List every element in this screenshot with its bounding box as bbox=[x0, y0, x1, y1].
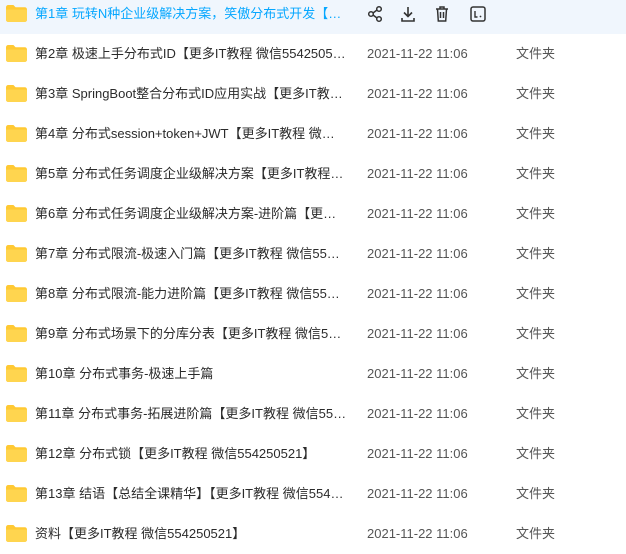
file-date: 2021-11-22 11:06 bbox=[367, 326, 468, 341]
file-type: 文件夹 bbox=[516, 46, 556, 61]
file-date: 2021-11-22 11:06 bbox=[367, 46, 468, 61]
file-date: 2021-11-22 11:06 bbox=[367, 286, 468, 301]
file-name[interactable]: 第5章 分布式任务调度企业级解决方案【更多IT教程 微信554250521】 bbox=[35, 165, 347, 183]
file-type: 文件夹 bbox=[516, 526, 556, 541]
folder-icon bbox=[6, 45, 27, 62]
file-name[interactable]: 第7章 分布式限流-极速入门篇【更多IT教程 微信554250521】 bbox=[35, 245, 347, 263]
folder-icon bbox=[6, 525, 27, 542]
file-name[interactable]: 第3章 SpringBoot整合分布式ID应用实战【更多IT教程 微信55425… bbox=[35, 85, 347, 103]
folder-icon bbox=[6, 325, 27, 342]
file-row[interactable]: 第13章 结语【总结全课精华】【更多IT教程 微信554250521】 2021… bbox=[0, 474, 626, 514]
file-name[interactable]: 第6章 分布式任务调度企业级解决方案-进阶篇【更多IT教程 微信55425052… bbox=[35, 205, 347, 223]
file-row[interactable]: 第6章 分布式任务调度企业级解决方案-进阶篇【更多IT教程 微信55425052… bbox=[0, 194, 626, 234]
file-date: 2021-11-22 11:06 bbox=[367, 366, 468, 381]
file-row[interactable]: 资料【更多IT教程 微信554250521】 2021-11-22 11:06 … bbox=[0, 514, 626, 554]
folder-icon bbox=[6, 245, 27, 262]
file-type: 文件夹 bbox=[516, 446, 556, 461]
share-icon[interactable] bbox=[365, 4, 385, 24]
file-name[interactable]: 第2章 极速上手分布式ID【更多IT教程 微信554250521】 bbox=[35, 45, 347, 63]
folder-icon bbox=[6, 205, 27, 222]
folder-icon bbox=[6, 405, 27, 422]
file-type: 文件夹 bbox=[516, 206, 556, 221]
folder-icon bbox=[6, 85, 27, 102]
file-date: 2021-11-22 11:06 bbox=[367, 526, 468, 541]
file-name[interactable]: 资料【更多IT教程 微信554250521】 bbox=[35, 525, 347, 543]
file-name[interactable]: 第4章 分布式session+token+JWT【更多IT教程 微信554250… bbox=[35, 125, 347, 143]
file-date: 2021-11-22 11:06 bbox=[367, 246, 468, 261]
file-type: 文件夹 bbox=[516, 486, 556, 501]
file-date: 2021-11-22 11:06 bbox=[367, 86, 468, 101]
folder-icon bbox=[6, 125, 27, 142]
download-icon[interactable] bbox=[398, 4, 418, 24]
folder-icon bbox=[6, 445, 27, 462]
file-row[interactable]: 第1章 玩转N种企业级解决方案，笑傲分布式开发【更多IT教程 微信5542505… bbox=[0, 0, 626, 34]
file-row[interactable]: 第9章 分布式场景下的分库分表【更多IT教程 微信554250521】 2021… bbox=[0, 314, 626, 354]
file-name[interactable]: 第13章 结语【总结全课精华】【更多IT教程 微信554250521】 bbox=[35, 485, 347, 503]
file-row[interactable]: 第11章 分布式事务-拓展进阶篇【更多IT教程 微信554250521】 202… bbox=[0, 394, 626, 434]
file-type: 文件夹 bbox=[516, 126, 556, 141]
file-row[interactable]: 第4章 分布式session+token+JWT【更多IT教程 微信554250… bbox=[0, 114, 626, 154]
file-name[interactable]: 第1章 玩转N种企业级解决方案，笑傲分布式开发【更多IT教程 微信5542505… bbox=[35, 5, 351, 23]
file-name[interactable]: 第8章 分布式限流-能力进阶篇【更多IT教程 微信554250521】 bbox=[35, 285, 347, 303]
file-date: 2021-11-22 11:06 bbox=[367, 206, 468, 221]
file-row[interactable]: 第7章 分布式限流-极速入门篇【更多IT教程 微信554250521】 2021… bbox=[0, 234, 626, 274]
more-icon[interactable] bbox=[468, 4, 488, 24]
file-type: 文件夹 bbox=[516, 406, 556, 421]
file-row[interactable]: 第8章 分布式限流-能力进阶篇【更多IT教程 微信554250521】 2021… bbox=[0, 274, 626, 314]
file-name[interactable]: 第12章 分布式锁【更多IT教程 微信554250521】 bbox=[35, 445, 347, 463]
file-row[interactable]: 第5章 分布式任务调度企业级解决方案【更多IT教程 微信554250521】 2… bbox=[0, 154, 626, 194]
file-date: 2021-11-22 11:06 bbox=[367, 166, 468, 181]
folder-icon bbox=[6, 365, 27, 382]
file-date: 2021-11-22 11:06 bbox=[367, 446, 468, 461]
file-row[interactable]: 第2章 极速上手分布式ID【更多IT教程 微信554250521】 2021-1… bbox=[0, 34, 626, 74]
file-date: 2021-11-22 11:06 bbox=[367, 406, 468, 421]
file-type: 文件夹 bbox=[516, 286, 556, 301]
folder-icon bbox=[6, 165, 27, 182]
file-type: 文件夹 bbox=[516, 166, 556, 181]
file-name[interactable]: 第10章 分布式事务-极速上手篇 bbox=[35, 365, 347, 383]
folder-icon bbox=[6, 5, 27, 22]
file-type: 文件夹 bbox=[516, 86, 556, 101]
file-type: 文件夹 bbox=[516, 326, 556, 341]
file-name[interactable]: 第11章 分布式事务-拓展进阶篇【更多IT教程 微信554250521】 bbox=[35, 405, 347, 423]
file-row[interactable]: 第10章 分布式事务-极速上手篇 2021-11-22 11:06 文件夹 bbox=[0, 354, 626, 394]
file-type: 文件夹 bbox=[516, 366, 556, 381]
folder-icon bbox=[6, 485, 27, 502]
delete-icon[interactable] bbox=[432, 4, 452, 24]
file-type: 文件夹 bbox=[516, 246, 556, 261]
file-list: 第1章 玩转N种企业级解决方案，笑傲分布式开发【更多IT教程 微信5542505… bbox=[0, 0, 626, 545]
folder-icon bbox=[6, 285, 27, 302]
file-row[interactable]: 第3章 SpringBoot整合分布式ID应用实战【更多IT教程 微信55425… bbox=[0, 74, 626, 114]
file-date: 2021-11-22 11:06 bbox=[367, 126, 468, 141]
file-row[interactable]: 第12章 分布式锁【更多IT教程 微信554250521】 2021-11-22… bbox=[0, 434, 626, 474]
file-date: 2021-11-22 11:06 bbox=[367, 486, 468, 501]
file-name[interactable]: 第9章 分布式场景下的分库分表【更多IT教程 微信554250521】 bbox=[35, 325, 347, 343]
